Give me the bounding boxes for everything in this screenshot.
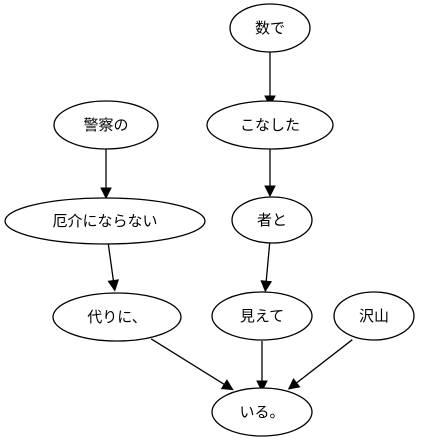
node-label: 見えて bbox=[240, 307, 284, 325]
edge-n6-n7 bbox=[107, 243, 120, 292]
edge-n1-n2 bbox=[264, 52, 276, 108]
node-n1: 数で bbox=[229, 3, 311, 53]
edge-n7-n9 bbox=[150, 338, 234, 391]
node-n3: 者と bbox=[231, 196, 313, 244]
node-n6: 厄介にならない bbox=[4, 197, 206, 245]
node-label: 警察の bbox=[83, 116, 128, 134]
node-label: 沢山 bbox=[359, 307, 389, 325]
edge-n5-n6 bbox=[100, 149, 112, 200]
node-label: 者と bbox=[257, 211, 287, 229]
edge-n3-n4 bbox=[260, 242, 273, 293]
node-n5: 警察の bbox=[53, 100, 159, 150]
node-label: 代りに、 bbox=[87, 308, 147, 326]
dependency-graph: 数で こなした 者と 見えて 警察の 厄介にならない 代りに、 沢山 いる。 bbox=[4, 3, 415, 437]
node-n9: いる。 bbox=[211, 387, 313, 437]
node-n8: 沢山 bbox=[333, 291, 415, 341]
edge-n8-n9 bbox=[287, 339, 353, 390]
node-label: こなした bbox=[240, 116, 300, 134]
node-n4: 見えて bbox=[211, 291, 313, 341]
node-n2: こなした bbox=[206, 100, 334, 150]
node-label: いる。 bbox=[239, 403, 284, 421]
node-label: 厄介にならない bbox=[52, 212, 157, 230]
edge-n2-n3 bbox=[264, 145, 276, 198]
edge-n4-n9 bbox=[256, 341, 268, 393]
node-n7: 代りに、 bbox=[52, 292, 182, 342]
node-label: 数で bbox=[255, 19, 285, 37]
